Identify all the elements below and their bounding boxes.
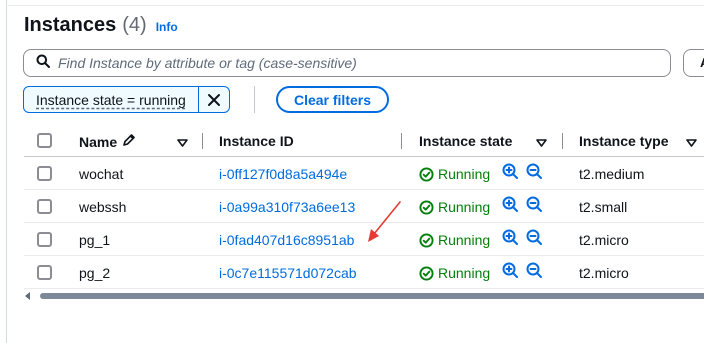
toolbar-divider	[254, 86, 255, 113]
side-action-button[interactable]: A	[683, 49, 704, 77]
search-icon	[36, 54, 50, 73]
filter-token[interactable]: Instance state = running	[23, 86, 230, 113]
zoom-out-icon[interactable]	[526, 163, 543, 183]
row-checkbox[interactable]	[37, 166, 52, 181]
table-row[interactable]: pg_2 i-0c7e115571d072cab Running t2.micr…	[24, 256, 704, 289]
red-arrow-annotation	[368, 201, 401, 242]
zoom-out-icon[interactable]	[526, 229, 543, 249]
zoom-in-icon[interactable]	[502, 163, 519, 183]
column-header-instance-id[interactable]: Instance ID	[219, 133, 294, 149]
instance-type: t2.micro	[579, 265, 629, 281]
instance-state-label: Running	[438, 232, 491, 248]
instance-state: Running	[419, 265, 490, 281]
scroll-left-arrow[interactable]	[25, 292, 30, 300]
info-link[interactable]: Info	[156, 20, 178, 34]
row-checkbox[interactable]	[37, 199, 52, 214]
instance-state: Running	[419, 232, 490, 248]
zoom-out-icon[interactable]	[526, 196, 543, 216]
instance-type: t2.medium	[579, 166, 645, 182]
instance-id-link[interactable]: i-0c7e115571d072cab	[219, 265, 357, 281]
instance-id-link[interactable]: i-0a99a310f73a6ee13	[219, 199, 355, 215]
instance-state-label: Running	[438, 166, 491, 182]
column-header-instance-state[interactable]: Instance state	[419, 133, 512, 149]
instance-name: wochat	[79, 166, 124, 182]
check-circle-icon	[419, 265, 434, 281]
check-circle-icon	[419, 232, 434, 248]
instance-type: t2.small	[579, 199, 628, 215]
instance-state: Running	[419, 166, 490, 182]
close-icon[interactable]	[199, 87, 229, 112]
instance-id-link[interactable]: i-0ff127f0d8a5a494e	[219, 166, 347, 182]
filter-token-label[interactable]: Instance state = running	[24, 87, 199, 112]
column-resizer[interactable]	[202, 133, 203, 149]
sort-down-icon[interactable]	[686, 134, 697, 150]
column-header-name[interactable]: Name	[79, 133, 136, 150]
page-header: Instances (4) Info	[24, 14, 178, 37]
check-circle-icon	[419, 199, 434, 215]
instance-state-label: Running	[438, 199, 491, 215]
sort-down-icon[interactable]	[177, 134, 188, 150]
zoom-in-icon[interactable]	[502, 196, 519, 216]
zoom-out-icon[interactable]	[526, 262, 543, 282]
zoom-in-icon[interactable]	[502, 229, 519, 249]
instance-name: pg_1	[79, 232, 111, 248]
table-header-row: Name Instance ID Instance state Instance…	[24, 124, 704, 157]
page-title: Instances	[24, 14, 117, 36]
sort-down-icon[interactable]	[536, 134, 547, 150]
search-bar[interactable]	[23, 49, 671, 77]
row-checkbox[interactable]	[37, 265, 52, 280]
instance-state-label: Running	[438, 265, 491, 281]
top-border	[6, 5, 704, 6]
instance-state: Running	[419, 199, 490, 215]
zoom-in-icon[interactable]	[502, 262, 519, 282]
clear-filters-button[interactable]: Clear filters	[276, 86, 389, 113]
select-all-checkbox[interactable]	[37, 133, 52, 148]
instance-id-link[interactable]: i-0fad407d16c8951ab	[219, 232, 354, 248]
check-circle-icon	[419, 166, 434, 182]
pencil-icon	[122, 133, 136, 150]
column-header-instance-type[interactable]: Instance type	[579, 133, 668, 149]
column-resizer[interactable]	[401, 133, 402, 149]
instance-name: pg_2	[79, 265, 111, 281]
search-input[interactable]	[58, 55, 648, 71]
instance-type: t2.micro	[579, 232, 629, 248]
left-border	[6, 0, 7, 343]
table-row[interactable]: wochat i-0ff127f0d8a5a494e Running t2.me…	[24, 157, 704, 190]
column-header-name-label: Name	[79, 133, 118, 150]
instance-count: (4)	[122, 14, 147, 36]
instance-name: webssh	[79, 199, 127, 215]
row-checkbox[interactable]	[37, 232, 52, 247]
horizontal-scrollbar[interactable]	[40, 293, 704, 299]
column-resizer[interactable]	[562, 133, 563, 149]
